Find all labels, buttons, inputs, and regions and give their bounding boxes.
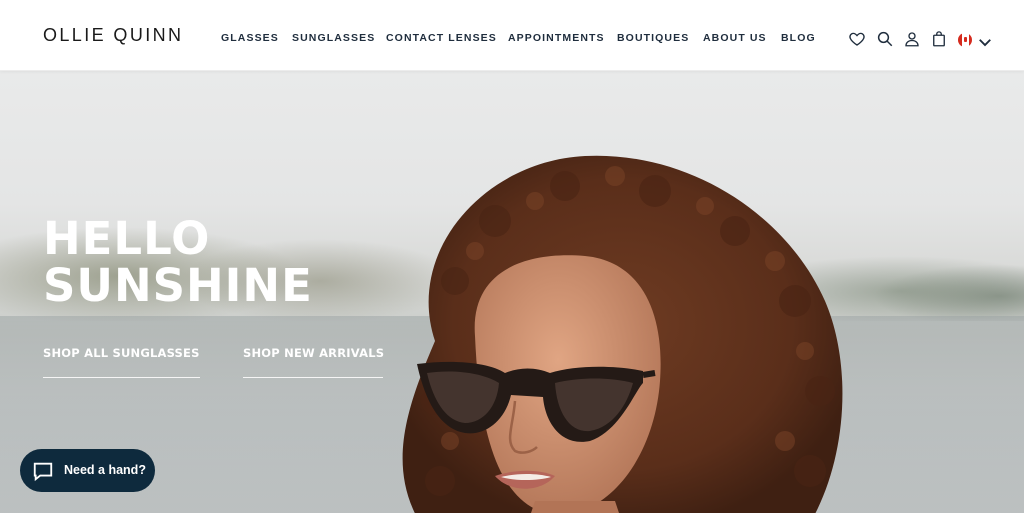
chat-help-label: Need a hand? — [64, 463, 146, 477]
shop-new-arrivals-underline — [243, 377, 383, 378]
shop-all-sunglasses-underline — [43, 377, 200, 378]
nav-item-appointments[interactable]: APPOINTMENTS — [508, 32, 605, 44]
chat-bubble-icon — [33, 462, 53, 482]
hero-title-line-1: HELLO — [43, 212, 211, 265]
chat-help-button[interactable]: Need a hand? — [20, 449, 155, 492]
search-icon[interactable] — [876, 30, 894, 48]
account-icon[interactable] — [903, 30, 921, 48]
bag-icon[interactable] — [930, 30, 948, 48]
nav-item-boutiques[interactable]: BOUTIQUES — [617, 32, 689, 44]
nav-item-glasses[interactable]: GLASSES — [221, 32, 279, 44]
nav-item-about-us[interactable]: ABOUT US — [703, 32, 767, 44]
nav-item-blog[interactable]: BLOG — [781, 32, 816, 44]
site-header: OLLIE QUINN GLASSES SUNGLASSES CONTACT L… — [0, 0, 1024, 71]
hero-title-line-2: SUNSHINE — [43, 259, 313, 312]
hero-banner: HELLO SUNSHINE SHOP ALL SUNGLASSES SHOP … — [0, 71, 1024, 513]
logo[interactable]: OLLIE QUINN — [43, 25, 183, 46]
shop-new-arrivals-link[interactable]: SHOP NEW ARRIVALS — [243, 346, 384, 360]
heart-icon[interactable] — [848, 30, 866, 48]
chevron-down-icon[interactable] — [976, 33, 991, 47]
canada-flag-icon[interactable] — [958, 33, 972, 47]
shop-all-sunglasses-link[interactable]: SHOP ALL SUNGLASSES — [43, 346, 200, 360]
hero-model-image — [402, 155, 843, 513]
nav-item-contact-lenses[interactable]: CONTACT LENSES — [386, 32, 497, 44]
nav-item-sunglasses[interactable]: SUNGLASSES — [292, 32, 375, 44]
hero-title: HELLO SUNSHINE — [43, 215, 313, 309]
